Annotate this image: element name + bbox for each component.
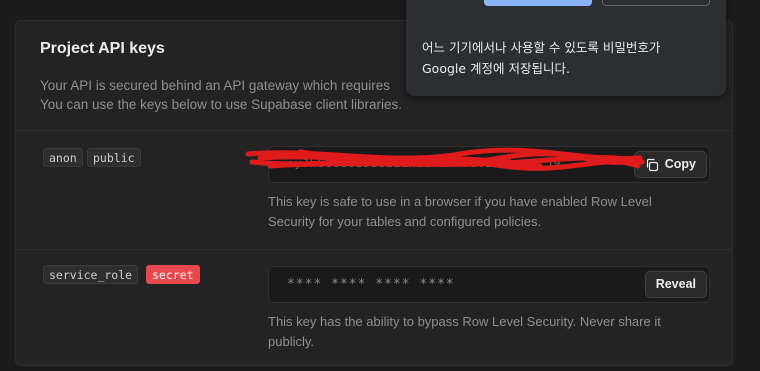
- service-role-key-field[interactable]: **** **** **** **** Reveal: [268, 266, 710, 303]
- popup-message-line-2: Google 계정에 저장됩니다.: [422, 61, 571, 76]
- service-role-key-hint: This key has the ability to bypass Row L…: [268, 312, 661, 352]
- divider: [16, 249, 732, 250]
- copy-button[interactable]: Copy: [633, 151, 707, 178]
- reveal-button[interactable]: Reveal: [644, 271, 707, 298]
- public-tag: public: [87, 148, 141, 167]
- reveal-button-label: Reveal: [655, 277, 696, 291]
- card-description-line-1: Your API is secured behind an API gatewa…: [40, 78, 390, 93]
- copy-button-label: Copy: [664, 157, 696, 171]
- service-role-key-masked-value: **** **** **** ****: [287, 277, 455, 292]
- anon-key-hint-line-1: This key is safe to use in a browser if …: [268, 194, 652, 209]
- password-save-popup: 어느 기기에서나 사용할 수 있도록 비밀번호가 Google 계정에 저장됩니…: [406, 0, 726, 96]
- card-title: Project API keys: [40, 40, 165, 57]
- secret-badge: secret: [146, 265, 200, 284]
- service-role-tag: service_role: [43, 265, 139, 284]
- service-role-key-hint-line-2: publicly.: [268, 334, 315, 349]
- card-description: Your API is secured behind an API gatewa…: [40, 76, 440, 114]
- anon-key-hint: This key is safe to use in a browser if …: [268, 192, 652, 232]
- anon-key-field[interactable]: eyJhbGciOiJIUzI1NiIsInR5cCI6IkpXVCJ9 Cop…: [268, 146, 710, 183]
- copy-icon: [646, 158, 658, 171]
- anon-key-hint-line-2: Security for your tables and configured …: [268, 214, 542, 229]
- popup-message: 어느 기기에서나 사용할 수 있도록 비밀번호가 Google 계정에 저장됩니…: [422, 37, 712, 79]
- service-role-key-hint-line-1: This key has the ability to bypass Row L…: [268, 314, 661, 329]
- card-description-line-2: You can use the keys below to use Supaba…: [40, 97, 402, 112]
- anon-tag: anon: [43, 148, 83, 167]
- popup-message-line-1: 어느 기기에서나 사용할 수 있도록 비밀번호가: [422, 40, 661, 55]
- anon-key-value: eyJhbGciOiJIUzI1NiIsInR5cCI6IkpXVCJ9: [287, 157, 562, 170]
- popup-secondary-button[interactable]: [602, 0, 710, 6]
- popup-primary-button[interactable]: [484, 0, 592, 6]
- divider: [16, 130, 732, 131]
